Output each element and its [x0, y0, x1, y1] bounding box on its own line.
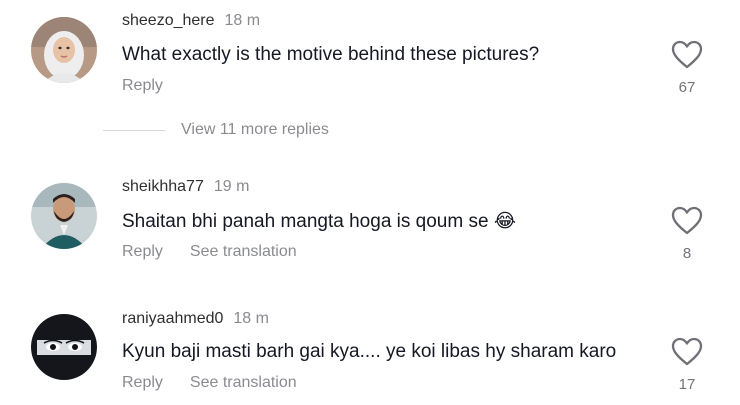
like-count: 17 — [678, 376, 696, 393]
view-more-replies-button[interactable]: View 11 more replies — [181, 121, 329, 139]
comment-text: What exactly is the motive behind these … — [122, 44, 540, 65]
avatar[interactable] — [31, 314, 97, 380]
reply-button[interactable]: Reply — [122, 374, 163, 391]
username-text[interactable]: sheikhha77 — [122, 178, 204, 195]
comment-time: 19 m — [213, 178, 250, 195]
comment-username[interactable]: sheezo_here 18 m — [122, 12, 260, 30]
like-button[interactable]: 17 — [664, 337, 710, 393]
comment-text: Shaitan bhi panah mangta hoga is qoum se… — [122, 211, 517, 232]
comment-time: 18 m — [233, 310, 269, 327]
comment-username[interactable]: raniyaahmed0 18 m — [122, 310, 269, 328]
heart-outline-icon[interactable] — [671, 337, 703, 367]
comment-username[interactable]: sheikhha77 19 m — [122, 178, 249, 196]
avatar-veiled-eyes-icon — [31, 314, 97, 380]
like-button[interactable]: 8 — [664, 206, 710, 262]
divider-line — [103, 130, 165, 131]
see-translation-button[interactable]: See translation — [190, 374, 297, 391]
avatar[interactable] — [31, 17, 97, 83]
reply-button[interactable]: Reply — [122, 77, 163, 94]
comment-text: Kyun baji masti barh gai kya.... ye koi … — [122, 341, 617, 362]
like-button[interactable]: 67 — [664, 40, 710, 96]
like-count: 8 — [682, 245, 692, 262]
see-translation-button[interactable]: See translation — [190, 243, 297, 260]
like-count: 67 — [678, 79, 696, 96]
reply-button[interactable]: Reply — [122, 243, 163, 260]
comment-time: 18 m — [224, 12, 261, 29]
heart-outline-icon[interactable] — [671, 40, 703, 70]
heart-outline-icon[interactable] — [671, 206, 703, 236]
comment-actions: Reply — [122, 77, 163, 95]
avatar-hijab-woman-icon — [31, 17, 97, 83]
comment-actions: Reply See translation — [122, 374, 297, 392]
username-text[interactable]: raniyaahmed0 — [122, 310, 223, 327]
username-text[interactable]: sheezo_here — [122, 12, 215, 29]
avatar[interactable] — [31, 183, 97, 249]
view-more-replies[interactable]: View 11 more replies — [103, 121, 403, 141]
comment-actions: Reply See translation — [122, 243, 297, 261]
avatar-bearded-man-icon — [31, 183, 97, 249]
